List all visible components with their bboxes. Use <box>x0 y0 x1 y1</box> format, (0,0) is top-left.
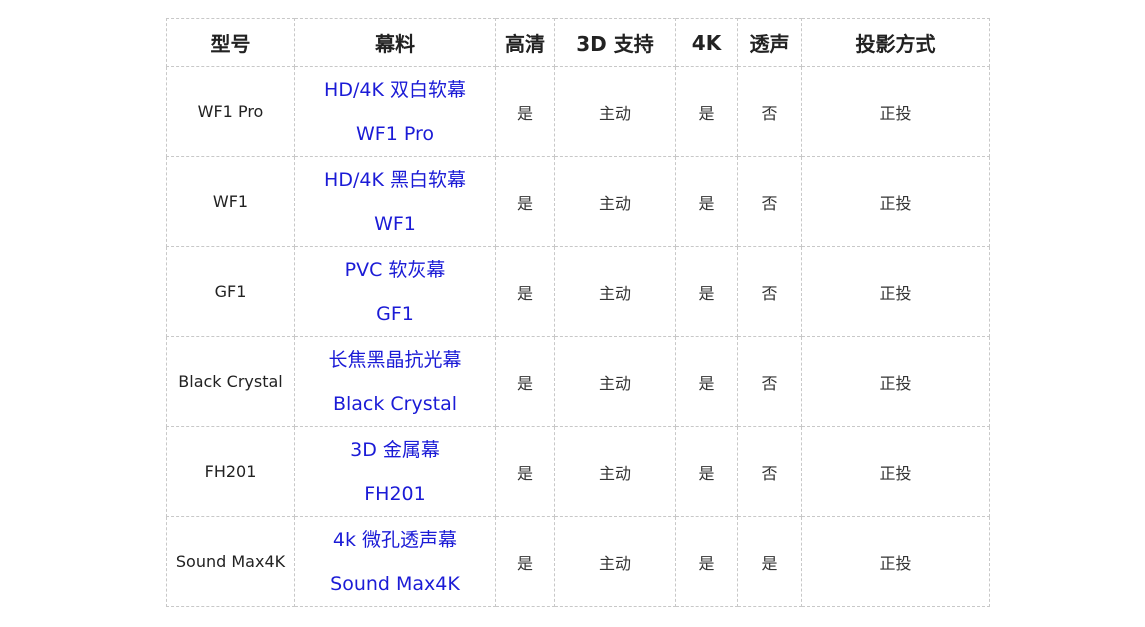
4k-cell: 是 <box>675 336 738 427</box>
header-row: 型号 幕料 高清 3D 支持 4K 透声 投影方式 <box>166 18 990 67</box>
hd-cell: 是 <box>495 246 555 337</box>
material-name: 4k 微孔透声幕 <box>332 528 458 551</box>
table-row: Sound Max4K 4k 微孔透声幕 Sound Max4K 是 主动 是 … <box>166 516 990 607</box>
header-projection: 投影方式 <box>801 18 990 67</box>
projection-cell: 正投 <box>801 66 990 157</box>
hd-cell: 是 <box>495 66 555 157</box>
model-cell: WF1 <box>166 156 295 247</box>
model-cell: GF1 <box>166 246 295 337</box>
model-cell: Sound Max4K <box>166 516 295 607</box>
header-3d-support: 3D 支持 <box>554 18 676 67</box>
acoustic-cell: 否 <box>737 336 802 427</box>
header-hd: 高清 <box>495 18 555 67</box>
table-row: WF1 Pro HD/4K 双白软幕 WF1 Pro 是 主动 是 否 正投 <box>166 66 990 157</box>
model-cell: FH201 <box>166 426 295 517</box>
material-code: FH201 <box>364 482 426 505</box>
3d-support-cell: 主动 <box>554 246 676 337</box>
material-code: GF1 <box>376 302 414 325</box>
4k-cell: 是 <box>675 66 738 157</box>
3d-support-cell: 主动 <box>554 336 676 427</box>
hd-cell: 是 <box>495 336 555 427</box>
4k-cell: 是 <box>675 156 738 247</box>
material-name: 3D 金属幕 <box>350 438 440 461</box>
3d-support-cell: 主动 <box>554 516 676 607</box>
table-row: FH201 3D 金属幕 FH201 是 主动 是 否 正投 <box>166 426 990 517</box>
3d-support-cell: 主动 <box>554 66 676 157</box>
material-cell: 长焦黑晶抗光幕 Black Crystal <box>294 336 496 427</box>
material-name: HD/4K 双白软幕 <box>324 78 466 101</box>
3d-support-cell: 主动 <box>554 426 676 517</box>
material-name: PVC 软灰幕 <box>344 258 446 281</box>
acoustic-cell: 否 <box>737 66 802 157</box>
projection-cell: 正投 <box>801 246 990 337</box>
material-cell: HD/4K 双白软幕 WF1 Pro <box>294 66 496 157</box>
projection-cell: 正投 <box>801 426 990 517</box>
acoustic-cell: 是 <box>737 516 802 607</box>
4k-cell: 是 <box>675 516 738 607</box>
4k-cell: 是 <box>675 426 738 517</box>
4k-cell: 是 <box>675 246 738 337</box>
material-code: WF1 Pro <box>356 122 434 145</box>
model-cell: Black Crystal <box>166 336 295 427</box>
projection-cell: 正投 <box>801 156 990 247</box>
material-cell: PVC 软灰幕 GF1 <box>294 246 496 337</box>
projection-cell: 正投 <box>801 336 990 427</box>
projection-cell: 正投 <box>801 516 990 607</box>
header-4k: 4K <box>675 18 738 67</box>
product-comparison-table: 型号 幕料 高清 3D 支持 4K 透声 投影方式 WF1 Pro HD/4K … <box>166 18 990 607</box>
model-cell: WF1 Pro <box>166 66 295 157</box>
3d-support-cell: 主动 <box>554 156 676 247</box>
table-row: GF1 PVC 软灰幕 GF1 是 主动 是 否 正投 <box>166 246 990 337</box>
header-acoustic: 透声 <box>737 18 802 67</box>
material-name: HD/4K 黑白软幕 <box>324 168 466 191</box>
header-material: 幕料 <box>294 18 496 67</box>
material-cell: 4k 微孔透声幕 Sound Max4K <box>294 516 496 607</box>
hd-cell: 是 <box>495 516 555 607</box>
table-row: Black Crystal 长焦黑晶抗光幕 Black Crystal 是 主动… <box>166 336 990 427</box>
material-cell: HD/4K 黑白软幕 WF1 <box>294 156 496 247</box>
acoustic-cell: 否 <box>737 246 802 337</box>
hd-cell: 是 <box>495 426 555 517</box>
material-code: Sound Max4K <box>330 572 460 595</box>
material-name: 长焦黑晶抗光幕 <box>328 348 462 371</box>
material-code: Black Crystal <box>332 392 458 415</box>
table-row: WF1 HD/4K 黑白软幕 WF1 是 主动 是 否 正投 <box>166 156 990 247</box>
acoustic-cell: 否 <box>737 426 802 517</box>
hd-cell: 是 <box>495 156 555 247</box>
header-model: 型号 <box>166 18 295 67</box>
acoustic-cell: 否 <box>737 156 802 247</box>
product-comparison-table-wrapper: 型号 幕料 高清 3D 支持 4K 透声 投影方式 WF1 Pro HD/4K … <box>166 18 990 607</box>
material-code: WF1 <box>374 212 416 235</box>
material-cell: 3D 金属幕 FH201 <box>294 426 496 517</box>
